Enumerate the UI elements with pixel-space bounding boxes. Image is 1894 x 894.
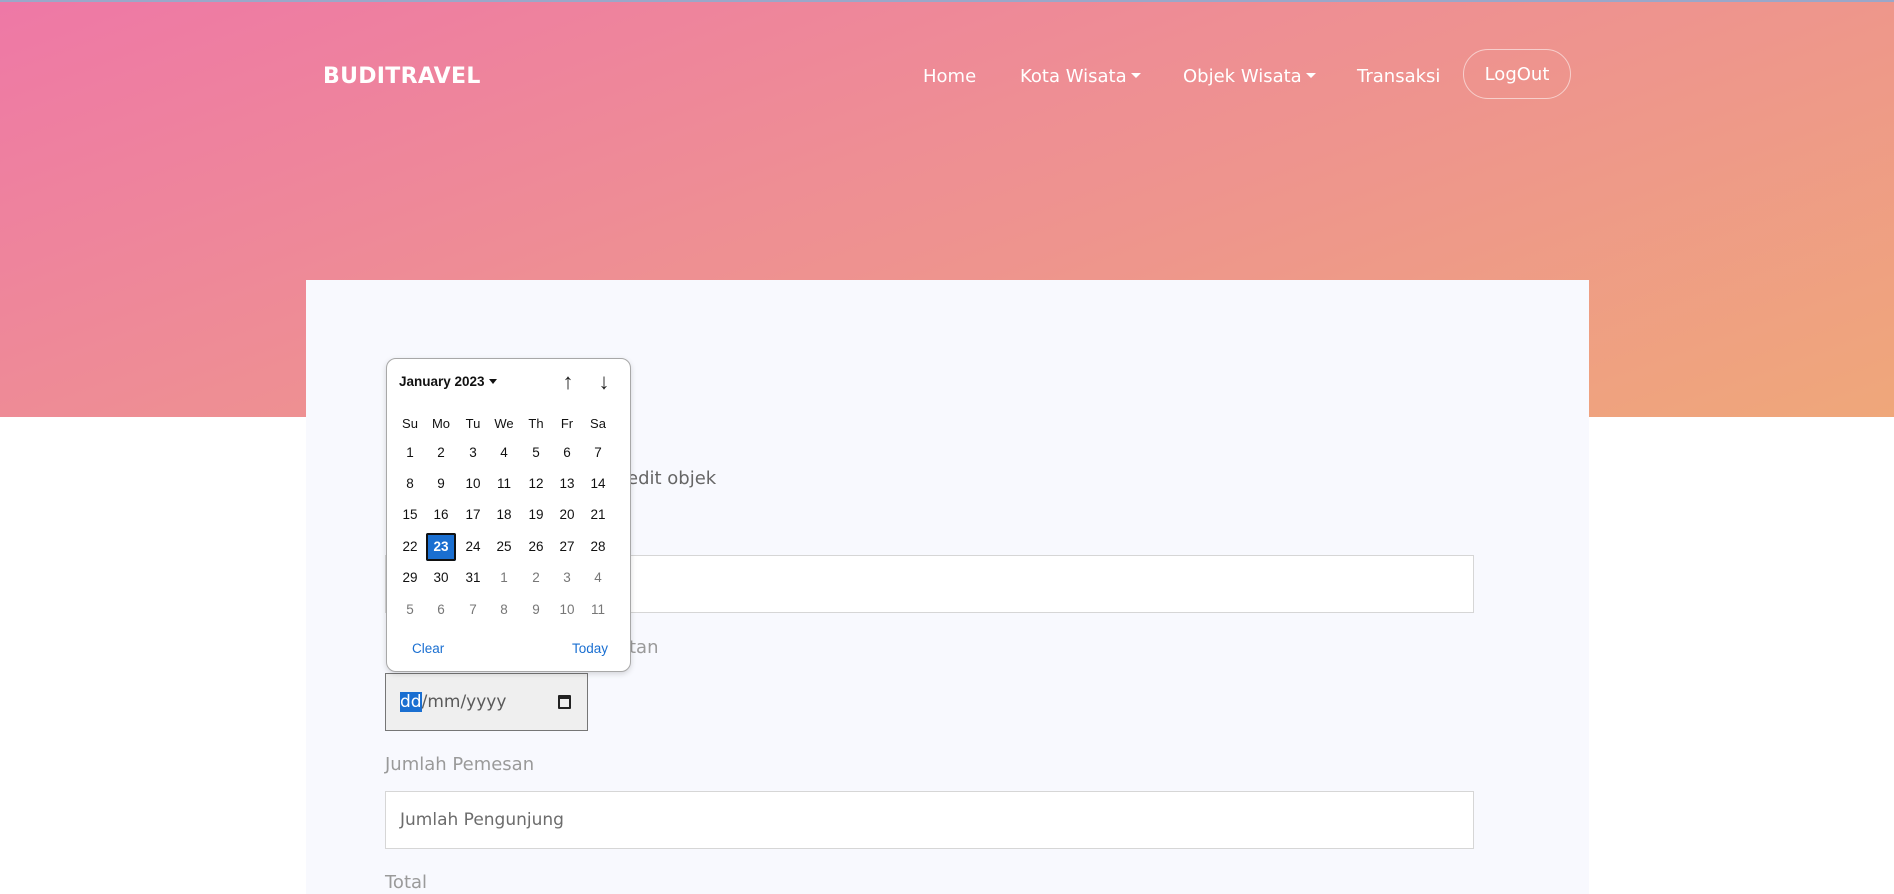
logout-button[interactable]: LogOut [1463, 49, 1571, 99]
calendar-day[interactable]: 8 [489, 596, 519, 624]
calendar-day[interactable]: 11 [489, 470, 519, 498]
calendar-day[interactable]: 9 [521, 596, 551, 624]
next-month-arrow-icon[interactable]: ↓ [593, 371, 615, 393]
weekday-label: Su [402, 416, 418, 431]
jumlah-pengunjung-input[interactable]: Jumlah Pengunjung [385, 791, 1474, 849]
calendar-day[interactable]: 18 [489, 501, 519, 529]
calendar-day[interactable]: 23 [426, 533, 456, 561]
calendar-day[interactable]: 31 [458, 564, 488, 592]
nav-kota-wisata-label: Kota Wisata [1020, 66, 1127, 87]
calendar-day[interactable]: 21 [583, 501, 613, 529]
date-picker-popup: January 2023 ↑ ↓ Su Mo Tu We Th Fr Sa 12345678… [386, 358, 631, 672]
brand-logo[interactable]: BUDITRAVEL [323, 64, 481, 89]
calendar-day[interactable]: 10 [458, 470, 488, 498]
form-intro-text: edit objek [627, 468, 717, 489]
nav-home[interactable]: Home [923, 66, 976, 87]
clear-button[interactable]: Clear [412, 641, 444, 656]
previous-month-arrow-icon[interactable]: ↑ [557, 371, 579, 393]
calendar-day[interactable]: 7 [583, 439, 613, 467]
calendar-day[interactable]: 28 [583, 533, 613, 561]
month-year-selector[interactable]: January 2023 [399, 374, 497, 389]
calendar-day[interactable]: 15 [395, 501, 425, 529]
date-label: tan [629, 637, 659, 658]
calendar-day[interactable]: 8 [395, 470, 425, 498]
nav-objek-wisata[interactable]: Objek Wisata [1183, 66, 1316, 87]
calendar-day[interactable]: 4 [583, 564, 613, 592]
calendar-day[interactable]: 3 [552, 564, 582, 592]
calendar-day[interactable]: 11 [583, 596, 613, 624]
calendar-day[interactable]: 3 [458, 439, 488, 467]
nav-kota-wisata[interactable]: Kota Wisata [1020, 66, 1141, 87]
calendar-day[interactable]: 24 [458, 533, 488, 561]
chevron-down-icon [1130, 73, 1141, 78]
calendar-day[interactable]: 9 [426, 470, 456, 498]
calendar-day[interactable]: 29 [395, 564, 425, 592]
nav-objek-wisata-label: Objek Wisata [1183, 66, 1302, 87]
weekday-label: Mo [431, 416, 451, 431]
calendar-day[interactable]: 7 [458, 596, 488, 624]
calendar-day[interactable]: 6 [426, 596, 456, 624]
calendar-day[interactable]: 16 [426, 501, 456, 529]
visit-date-input[interactable]: dd/mm/yyyy [385, 673, 588, 731]
calendar-icon[interactable] [558, 695, 571, 709]
calendar-day[interactable]: 2 [426, 439, 456, 467]
weekday-label: Tu [465, 416, 481, 431]
calendar-day[interactable]: 5 [395, 596, 425, 624]
calendar-day[interactable]: 14 [583, 470, 613, 498]
calendar-day[interactable]: 1 [395, 439, 425, 467]
calendar-day[interactable]: 30 [426, 564, 456, 592]
date-rest-segment[interactable]: /mm/yyyy [422, 692, 507, 712]
month-year-label: January 2023 [399, 374, 485, 389]
calendar-day[interactable]: 22 [395, 533, 425, 561]
chevron-down-icon [1305, 73, 1316, 78]
calendar-day[interactable]: 20 [552, 501, 582, 529]
calendar-day[interactable]: 2 [521, 564, 551, 592]
calendar-day[interactable]: 10 [552, 596, 582, 624]
weekday-label: Sa [590, 416, 606, 431]
calendar-day[interactable]: 12 [521, 470, 551, 498]
nav-transaksi[interactable]: Transaksi [1357, 66, 1440, 87]
calendar-day[interactable]: 5 [521, 439, 551, 467]
jumlah-pemesan-label: Jumlah Pemesan [385, 754, 535, 775]
calendar-day[interactable]: 1 [489, 564, 519, 592]
calendar-day[interactable]: 13 [552, 470, 582, 498]
calendar-day[interactable]: 19 [521, 501, 551, 529]
caret-down-icon [488, 379, 497, 384]
calendar-day[interactable]: 17 [458, 501, 488, 529]
weekday-label: Th [528, 416, 544, 431]
date-day-segment[interactable]: dd [400, 692, 422, 712]
calendar-day[interactable]: 25 [489, 533, 519, 561]
today-button[interactable]: Today [572, 641, 608, 656]
calendar-day[interactable]: 6 [552, 439, 582, 467]
calendar-day[interactable]: 27 [552, 533, 582, 561]
weekday-label: Fr [560, 416, 574, 431]
calendar-day[interactable]: 26 [521, 533, 551, 561]
total-label: Total [385, 872, 428, 893]
weekday-label: We [494, 416, 514, 431]
jumlah-pengunjung-placeholder: Jumlah Pengunjung [400, 810, 564, 830]
calendar-day[interactable]: 4 [489, 439, 519, 467]
